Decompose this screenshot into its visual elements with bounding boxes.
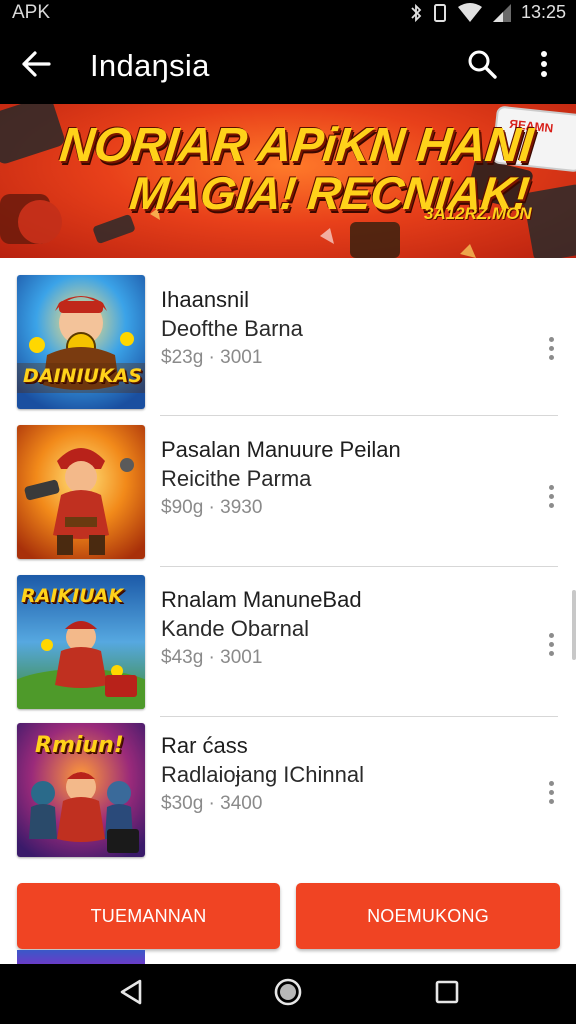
list-item-text: Rar ćass Radlaioɉang IChinnal $30g · 340…	[161, 731, 531, 818]
list-item[interactable]: RAIKIUAK Rnalam ManuneBad Kande Obarnal …	[0, 568, 576, 718]
status-icons: 13:25	[409, 2, 566, 23]
item-menu-button[interactable]	[536, 328, 566, 368]
vibrate-icon	[432, 3, 448, 23]
list-item-subtitle: Kande Obarnal	[161, 616, 309, 641]
search-icon	[466, 48, 498, 85]
list-item[interactable]: Pasalan Manuure Peilan Reicithe Parma $9…	[0, 418, 576, 568]
list-item-text: Rnalam ManuneBad Kande Obarnal $43g · 30…	[161, 585, 531, 672]
divider	[160, 566, 558, 567]
nav-home-icon	[273, 977, 303, 1012]
list-item-meta: $23g · 3001	[161, 347, 263, 368]
more-vert-icon	[548, 632, 554, 638]
promo-banner[interactable]: ЯEAMN NORIAR APiKN HANI MAGIA! RECNIAK! …	[0, 104, 576, 258]
list-item[interactable]: DAINIUKAS Ihaansnil Deofthe Barna $23g ·…	[0, 268, 576, 418]
thumbnail-caption: Rmiun!	[35, 733, 124, 758]
item-menu-button[interactable]	[536, 772, 566, 812]
arrow-back-icon	[21, 50, 51, 83]
status-app-label: APK	[12, 2, 51, 23]
list-item-text: Ihaansnil Deofthe Barna $23g · 3001	[161, 285, 531, 372]
scrollbar[interactable]	[572, 590, 576, 660]
list-item-subtitle: Radlaioɉang IChinnal	[161, 762, 365, 787]
list-item[interactable]: Rmiun! Rar ćass Radlaioɉang IChinnal $30…	[0, 718, 576, 868]
more-vert-icon	[548, 484, 554, 490]
app-thumbnail	[17, 425, 145, 559]
status-bar: APK 13:25	[0, 0, 576, 26]
search-button[interactable]	[460, 46, 504, 86]
list-item-title: Ihaansnil	[161, 287, 250, 312]
nav-back-icon	[118, 978, 144, 1011]
thumbnail-caption: RAIKIUAK	[21, 585, 124, 607]
nav-recents-button[interactable]	[423, 976, 471, 1012]
status-time: 13:25	[520, 2, 566, 22]
signal-icon	[492, 3, 512, 23]
nav-home-button[interactable]	[264, 976, 312, 1012]
banner-headline-1: NORIAR APiKN HANI	[57, 119, 536, 172]
more-vert-icon	[548, 780, 554, 786]
more-vert-icon	[548, 336, 554, 342]
next-item-thumbnail-peek	[17, 950, 145, 964]
secondary-action-button[interactable]: NOEMUKONG	[296, 883, 560, 949]
banner-badge: 3A12RZ.MON	[424, 204, 532, 223]
divider	[160, 415, 558, 416]
item-menu-button[interactable]	[536, 476, 566, 516]
system-nav-bar	[0, 964, 576, 1024]
list-item-title: Rar ćass	[161, 733, 248, 758]
divider	[160, 716, 558, 717]
app-thumbnail: Rmiun!	[17, 723, 145, 857]
app-bar: Indaŋsia	[0, 26, 576, 104]
nav-back-button[interactable]	[107, 976, 155, 1012]
back-button[interactable]	[14, 46, 58, 86]
bluetooth-icon	[409, 3, 423, 23]
app-thumbnail: RAIKIUAK	[17, 575, 145, 709]
list-item-meta: $90g · 3930	[161, 497, 263, 518]
nav-recents-icon	[434, 979, 460, 1010]
item-menu-button[interactable]	[536, 624, 566, 664]
list-item-meta: $43g · 3001	[161, 647, 263, 668]
overflow-menu-button[interactable]	[524, 46, 564, 86]
page-title: Indaŋsia	[90, 48, 210, 83]
list-item-text: Pasalan Manuure Peilan Reicithe Parma $9…	[161, 435, 531, 522]
thumbnail-caption: DAINIUKAS	[23, 365, 143, 387]
app-thumbnail: DAINIUKAS	[17, 275, 145, 409]
primary-action-button[interactable]: TUEMANNAN	[17, 883, 280, 949]
list-item-title: Rnalam ManuneBad	[161, 587, 362, 612]
list-item-subtitle: Deofthe Barna	[161, 316, 303, 341]
wifi-icon	[457, 2, 483, 23]
list-item-title: Pasalan Manuure Peilan	[161, 437, 401, 462]
list-item-meta: $30g · 3400	[161, 793, 263, 814]
more-vert-icon	[539, 50, 549, 83]
list-item-subtitle: Reicithe Parma	[161, 466, 312, 491]
